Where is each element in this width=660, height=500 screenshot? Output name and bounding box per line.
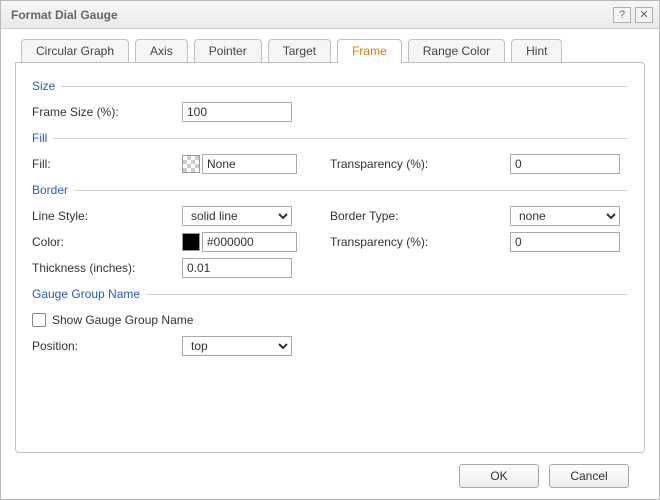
- border-type-select[interactable]: none: [510, 206, 620, 226]
- tab-strip: Circular Graph Axis Pointer Target Frame…: [15, 39, 645, 63]
- tab-axis[interactable]: Axis: [135, 39, 188, 63]
- fill-transparency-label: Transparency (%):: [330, 157, 510, 171]
- dialog-title: Format Dial Gauge: [11, 8, 609, 22]
- position-select[interactable]: top: [182, 336, 292, 356]
- section-gauge-group-label: Gauge Group Name: [32, 287, 140, 301]
- tab-hint[interactable]: Hint: [511, 39, 562, 63]
- thickness-label: Thickness (inches):: [32, 261, 182, 275]
- section-fill-label: Fill: [32, 131, 47, 145]
- line-style-label: Line Style:: [32, 209, 182, 223]
- frame-size-label: Frame Size (%):: [32, 105, 182, 119]
- title-bar: Format Dial Gauge ? ✕: [1, 1, 659, 29]
- line-style-select[interactable]: solid line: [182, 206, 292, 226]
- border-color-label: Color:: [32, 235, 182, 249]
- tab-frame[interactable]: Frame: [337, 39, 402, 63]
- border-transparency-input[interactable]: [510, 232, 620, 252]
- tab-pointer[interactable]: Pointer: [194, 39, 262, 63]
- tab-circular-graph[interactable]: Circular Graph: [21, 39, 129, 63]
- border-transparency-label: Transparency (%):: [330, 235, 510, 249]
- ok-button[interactable]: OK: [459, 464, 539, 488]
- tab-panel-frame: Size Frame Size (%): Fill Fill: Transpar…: [15, 62, 645, 453]
- position-label: Position:: [32, 339, 182, 353]
- help-button[interactable]: ?: [613, 7, 631, 23]
- section-size: Size: [32, 79, 628, 93]
- fill-swatch-icon[interactable]: [182, 155, 200, 173]
- dialog-content: Circular Graph Axis Pointer Target Frame…: [1, 29, 659, 499]
- thickness-input[interactable]: [182, 258, 292, 278]
- section-size-label: Size: [32, 79, 55, 93]
- show-group-name-checkbox[interactable]: [32, 313, 46, 327]
- section-border: Border: [32, 183, 628, 197]
- tab-target[interactable]: Target: [268, 39, 331, 63]
- section-gauge-group: Gauge Group Name: [32, 287, 628, 301]
- section-fill: Fill: [32, 131, 628, 145]
- cancel-button[interactable]: Cancel: [549, 464, 629, 488]
- fill-label: Fill:: [32, 157, 182, 171]
- frame-size-input[interactable]: [182, 102, 292, 122]
- close-button[interactable]: ✕: [635, 7, 653, 23]
- dialog-window: Format Dial Gauge ? ✕ Circular Graph Axi…: [0, 0, 660, 500]
- fill-input[interactable]: [202, 154, 297, 174]
- section-border-label: Border: [32, 183, 68, 197]
- border-color-input[interactable]: [202, 232, 297, 252]
- dialog-footer: OK Cancel: [15, 453, 645, 499]
- show-group-name-label: Show Gauge Group Name: [52, 313, 193, 327]
- tab-range-color[interactable]: Range Color: [408, 39, 505, 63]
- fill-transparency-input[interactable]: [510, 154, 620, 174]
- color-swatch-icon[interactable]: [182, 233, 200, 251]
- border-type-label: Border Type:: [330, 209, 510, 223]
